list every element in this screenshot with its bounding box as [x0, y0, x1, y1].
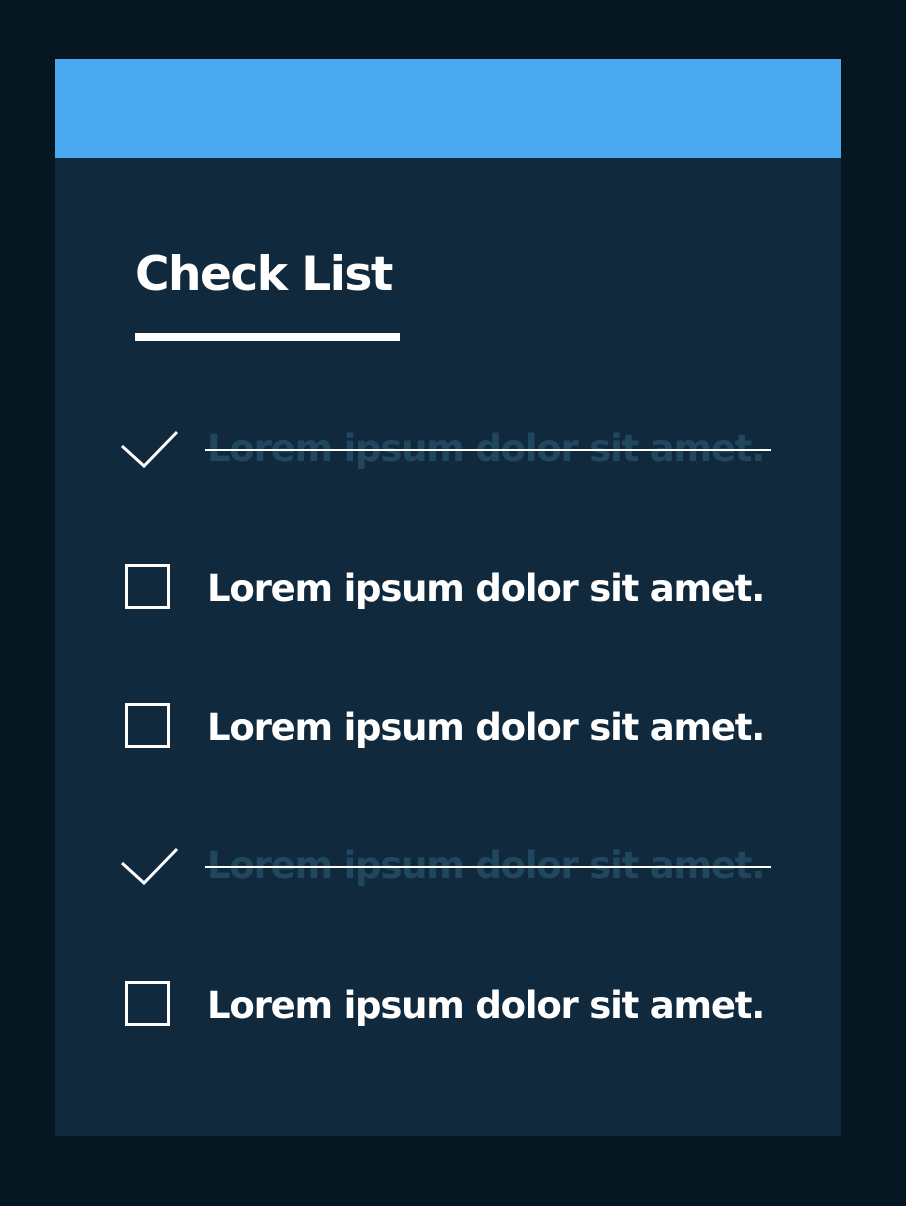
checkbox-unchecked[interactable]	[125, 981, 170, 1026]
checklist-item[interactable]: Lorem ipsum dolor sit amet.	[121, 700, 773, 756]
checklist-item[interactable]: Lorem ipsum dolor sit amet.	[121, 978, 773, 1034]
checkbox-unchecked[interactable]	[125, 703, 170, 748]
checklist-title: Check List	[135, 247, 393, 302]
checklist-item-label: Lorem ipsum dolor sit amet.	[207, 984, 765, 1027]
checkmark-icon[interactable]	[121, 425, 179, 471]
checklist-item[interactable]: Lorem ipsum dolor sit amet.	[121, 561, 773, 617]
checklist-item[interactable]: Lorem ipsum dolor sit amet.	[121, 838, 773, 894]
checklist-item[interactable]: Lorem ipsum dolor sit amet.	[121, 421, 773, 477]
checklist-card: Check List Lorem ipsum dolor sit amet. L…	[55, 59, 841, 1136]
card-header-bar	[55, 59, 841, 158]
strikethrough-line	[205, 866, 771, 868]
strikethrough-line	[205, 449, 771, 451]
title-underline	[135, 333, 400, 341]
checklist-item-label: Lorem ipsum dolor sit amet.	[207, 706, 765, 749]
checklist-item-label: Lorem ipsum dolor sit amet.	[207, 567, 765, 610]
checkbox-unchecked[interactable]	[125, 564, 170, 609]
checkmark-icon[interactable]	[121, 842, 179, 888]
